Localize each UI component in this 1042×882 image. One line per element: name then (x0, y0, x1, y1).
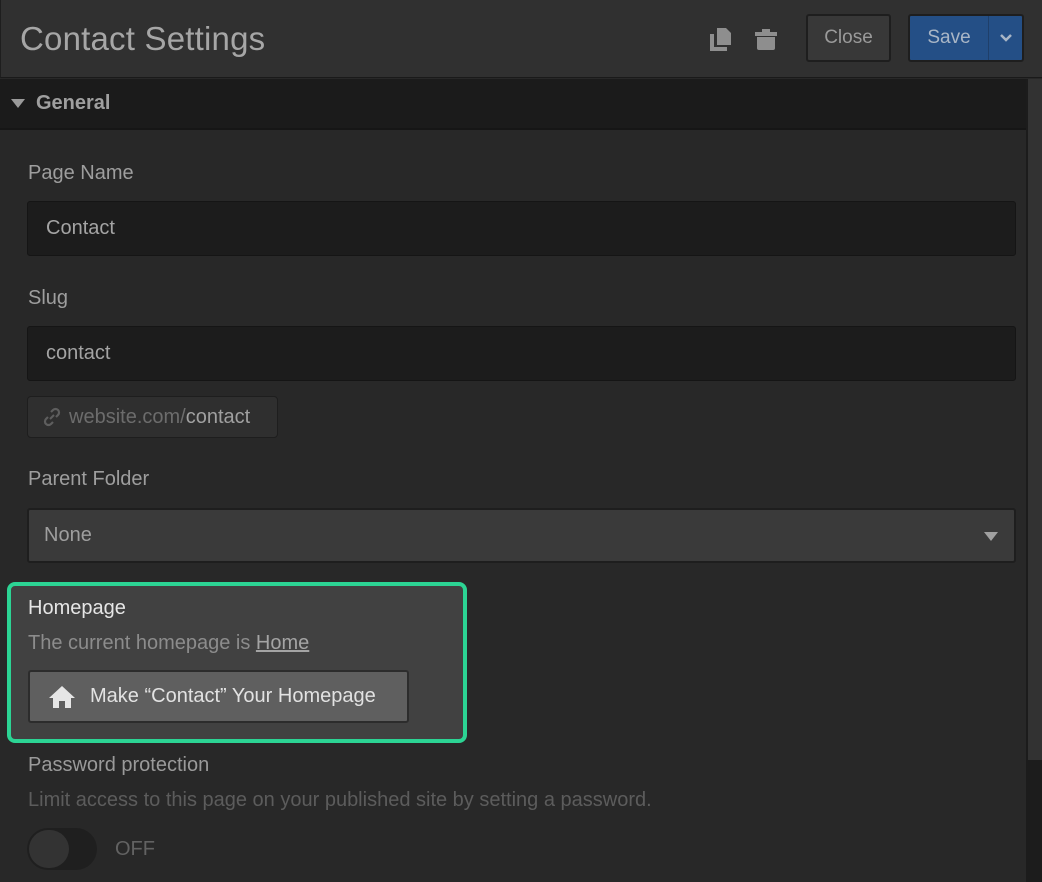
toggle-knob (29, 830, 69, 868)
homepage-label: Homepage (28, 597, 126, 619)
duplicate-button[interactable] (707, 24, 735, 54)
header-bar: Contact Settings Close Save (0, 0, 1042, 78)
section-general-toggle[interactable]: General (0, 79, 1026, 130)
section-title: General (36, 92, 111, 114)
page-name-input[interactable]: Contact (27, 201, 1016, 256)
link-icon (43, 407, 61, 427)
close-button[interactable]: Close (806, 14, 891, 62)
make-homepage-label: Make “Contact” Your Homepage (90, 685, 376, 707)
homepage-description-text: The current homepage is (28, 632, 256, 654)
make-homepage-button[interactable]: Make “Contact” Your Homepage (28, 670, 409, 723)
url-base: website.com/ (69, 405, 186, 428)
delete-button[interactable] (753, 24, 781, 54)
save-button[interactable]: Save (910, 16, 989, 60)
parent-folder-value: None (44, 524, 92, 546)
save-options-dropdown[interactable] (989, 16, 1022, 60)
save-button-group: Save (908, 14, 1024, 62)
password-protection-description: Limit access to this page on your publis… (28, 789, 652, 811)
slug-input[interactable]: contact (27, 326, 1016, 381)
url-slug: contact (185, 405, 251, 428)
trash-icon (755, 29, 777, 50)
password-protection-label: Password protection (28, 754, 210, 776)
select-caret-icon (984, 532, 998, 541)
duplicate-icon (710, 28, 731, 51)
current-homepage-link[interactable]: Home (256, 632, 309, 654)
homepage-panel: Homepage The current homepage is Home Ma… (7, 582, 467, 743)
home-icon (49, 685, 75, 708)
parent-folder-select[interactable]: None (27, 508, 1016, 563)
page-name-label: Page Name (28, 162, 134, 184)
homepage-description: The current homepage is Home (28, 632, 309, 655)
chevron-down-icon (999, 34, 1012, 42)
scrollbar-thumb[interactable] (1028, 79, 1042, 760)
caret-down-icon (11, 99, 25, 108)
password-toggle[interactable] (27, 828, 97, 870)
password-toggle-state: OFF (115, 838, 155, 860)
page-title: Contact Settings (20, 20, 266, 57)
slug-label: Slug (28, 287, 69, 309)
url-preview-link[interactable]: website.com/contact (27, 396, 278, 438)
parent-folder-label: Parent Folder (28, 468, 150, 490)
